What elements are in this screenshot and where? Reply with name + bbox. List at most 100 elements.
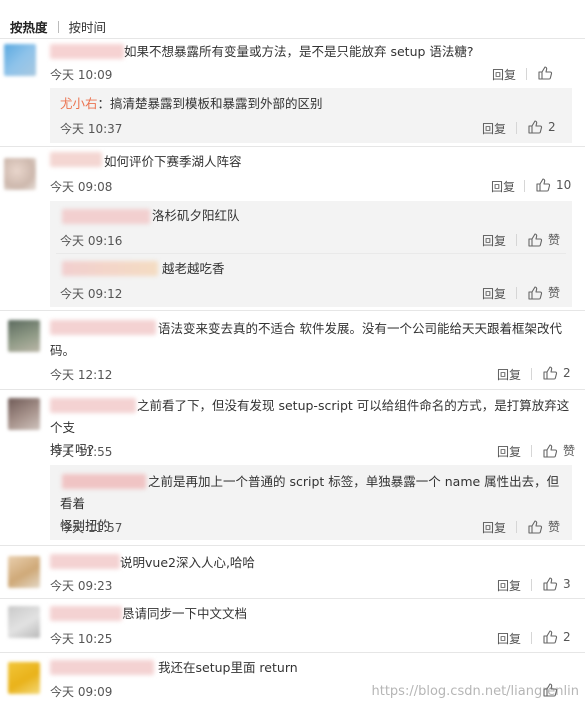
divider (0, 652, 585, 653)
like-button[interactable]: 赞 (542, 442, 575, 459)
divider (0, 146, 585, 147)
reply-button[interactable]: 回复 (497, 366, 521, 383)
like-label: 赞 (548, 520, 561, 534)
avatar[interactable] (8, 556, 40, 588)
avatar[interactable] (4, 44, 36, 76)
thumbs-up-icon (528, 519, 543, 534)
username-blurred[interactable] (50, 44, 124, 59)
reply-username[interactable]: 尤小右 (60, 96, 98, 111)
like-count: 10 (556, 178, 572, 192)
comment-text-line1: 之前看了下，但没有发现 setup-script 可以给组件命名的方式，是打算放… (50, 398, 570, 435)
reply-time: 今天 10:37 (60, 122, 123, 136)
avatar[interactable] (8, 320, 40, 352)
reply-button[interactable]: 回复 (497, 577, 521, 594)
avatar[interactable] (4, 158, 36, 190)
reply-time: 今天 09:12 (60, 287, 123, 301)
reply-button[interactable]: 回复 (482, 285, 506, 302)
reply-time: 今天 09:16 (60, 234, 123, 248)
thumbs-up-icon (528, 120, 543, 134)
thumbs-up-icon (543, 443, 558, 458)
thumbs-up-icon (536, 178, 551, 192)
username-blurred[interactable] (50, 606, 122, 621)
divider (0, 389, 585, 390)
reply-time: 今天 11:57 (60, 521, 123, 535)
reply-username-blurred[interactable] (62, 261, 158, 276)
comment-time: 今天 12:12 (50, 368, 113, 382)
username-blurred[interactable] (50, 554, 120, 569)
comment-time: 今天 10:09 (50, 68, 113, 82)
thumbs-up-icon (528, 232, 543, 247)
reply-text: 越老越吃香 (162, 261, 225, 276)
like-button[interactable]: 2 (527, 119, 556, 135)
reply-button[interactable]: 回复 (482, 519, 506, 536)
reply-button[interactable]: 回复 (497, 630, 521, 647)
comment-time: 今天 11:55 (50, 445, 113, 459)
like-button[interactable]: 赞 (527, 518, 560, 535)
reply-button[interactable]: 回复 (491, 178, 515, 195)
sort-tabs: 按热度 按时间 (10, 17, 106, 35)
action-divider (516, 122, 517, 134)
like-count: 2 (548, 120, 556, 134)
tab-by-time[interactable]: 按时间 (69, 17, 107, 36)
like-label: 赞 (563, 444, 576, 458)
reply-text-line1: 之前是再加上一个普通的 script 标签，单独暴露一个 name 属性出去，但… (60, 474, 560, 511)
like-button[interactable]: 2 (542, 365, 571, 381)
like-button[interactable]: 赞 (527, 284, 560, 301)
watermark: https://blog.csdn.net/liangrenlin (371, 684, 580, 699)
reply-button[interactable]: 回复 (482, 120, 506, 137)
avatar[interactable] (8, 662, 40, 694)
reply-button[interactable]: 回复 (492, 66, 516, 83)
like-button[interactable]: 赞 (527, 231, 560, 248)
thumbs-up-icon (543, 630, 558, 644)
reply-button[interactable]: 回复 (497, 443, 521, 460)
divider (0, 310, 585, 311)
action-divider (524, 180, 525, 192)
divider (0, 38, 585, 39)
reply-username-blurred[interactable] (62, 209, 150, 224)
comment-time: 今天 10:25 (50, 632, 113, 646)
like-button[interactable]: 10 (535, 177, 571, 193)
like-label: 赞 (548, 233, 561, 247)
action-divider (531, 579, 532, 591)
comment-text: 语法变来变去真的不适合 软件发展。没有一个公司能给天天跟着框架改代码。 (50, 318, 580, 362)
divider (56, 253, 566, 254)
action-divider (531, 368, 532, 380)
like-count: 3 (563, 577, 571, 591)
like-button[interactable] (537, 65, 553, 81)
action-divider (531, 632, 532, 644)
thumbs-up-icon (543, 577, 558, 591)
action-divider (516, 234, 517, 246)
comment-text: 说明vue2深入人心,哈哈 (120, 555, 255, 570)
tab-divider (57, 21, 59, 33)
comment-text: 如果不想暴露所有变量或方法，是不是只能放弃 setup 语法糖? (124, 44, 474, 59)
like-count: 2 (563, 630, 571, 644)
username-blurred[interactable] (50, 660, 154, 675)
like-button[interactable]: 3 (542, 576, 571, 592)
comment-text-line1: 语法变来变去真的不适合 软件发展。没有一个公司能给天天跟着框架改代 (158, 321, 562, 336)
comment-text-line2: 码。 (50, 343, 76, 358)
avatar[interactable] (8, 606, 40, 638)
like-count: 2 (563, 366, 571, 380)
comment-text: 我还在setup里面 return (158, 660, 298, 675)
reply-content: ：搞清楚暴露到模板和暴露到外部的区别 (97, 96, 323, 111)
comment-time: 今天 09:23 (50, 579, 113, 593)
reply-text: 洛杉矶夕阳红队 (152, 208, 240, 223)
comment-text: 恳请同步一下中文文档 (122, 606, 248, 621)
comment-text: 如何评价下赛季湖人阵容 (104, 154, 242, 169)
comment-time: 今天 09:08 (50, 180, 113, 194)
divider (0, 598, 585, 599)
thumbs-up-icon (538, 66, 553, 80)
like-button[interactable]: 2 (542, 629, 571, 645)
thumbs-up-icon (528, 285, 543, 300)
action-divider (516, 521, 517, 533)
avatar[interactable] (8, 398, 40, 430)
username-blurred[interactable] (50, 152, 102, 167)
reply-button[interactable]: 回复 (482, 232, 506, 249)
action-divider (516, 287, 517, 299)
tab-by-hot[interactable]: 按热度 (10, 17, 48, 36)
action-divider (526, 68, 527, 80)
comment-time: 今天 09:09 (50, 685, 113, 699)
like-label: 赞 (548, 286, 561, 300)
divider (0, 545, 585, 546)
action-divider (531, 445, 532, 457)
